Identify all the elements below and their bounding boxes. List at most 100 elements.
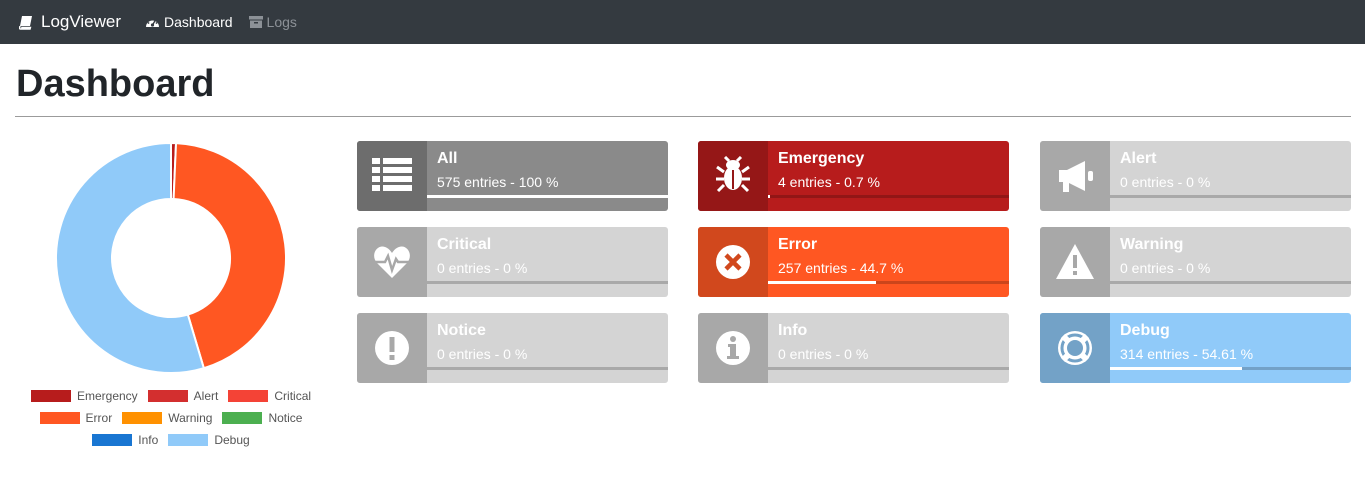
level-card-critical[interactable]: Critical 0 entries - 0 %: [357, 227, 668, 297]
legend-swatch: [30, 390, 71, 402]
card-icon-box: [357, 227, 427, 297]
level-card-all[interactable]: All 575 entries - 100 %: [357, 141, 668, 211]
level-card-debug[interactable]: Debug 314 entries - 54.61 %: [1040, 313, 1351, 383]
level-card-emergency[interactable]: Emergency 4 entries - 0.7 %: [698, 141, 1009, 211]
card-entries: 4 entries - 0.7 %: [778, 174, 880, 190]
legend-item-emergency[interactable]: Emergency: [30, 389, 138, 403]
level-card-notice[interactable]: Notice 0 entries - 0 %: [357, 313, 668, 383]
legend-label: Alert: [193, 389, 219, 403]
card-body: Alert 0 entries - 0 %: [1110, 141, 1351, 211]
card-body: Info 0 entries - 0 %: [768, 313, 1009, 383]
nav-logs[interactable]: Logs: [248, 14, 297, 30]
card-entries: 0 entries - 0 %: [778, 346, 869, 362]
legend-item-info[interactable]: Info: [92, 433, 158, 447]
card-icon-box: [357, 141, 427, 211]
legend-row: Emergency Alert Critical: [15, 385, 327, 407]
exclamation-triangle-icon: [1056, 244, 1094, 279]
legend-label: Notice: [268, 411, 303, 425]
card-icon-box: [357, 313, 427, 383]
legend-row: Error Warning Notice: [15, 407, 327, 429]
card-level: Alert: [1120, 150, 1157, 167]
legend-item-notice[interactable]: Notice: [222, 411, 302, 425]
card-body: Error 257 entries - 44.7 %: [768, 227, 1009, 297]
card-entries: 0 entries - 0 %: [437, 260, 528, 276]
title-divider: [15, 116, 1351, 117]
life-ring-icon: [1058, 331, 1092, 365]
card-entries: 575 entries - 100 %: [437, 174, 559, 190]
card-level: Warning: [1120, 236, 1184, 253]
card-icon-box: [1040, 141, 1110, 211]
legend-label: Error: [85, 411, 113, 425]
page-title: Dashboard: [16, 63, 215, 105]
list-icon: [372, 158, 412, 191]
card-level: Emergency: [778, 150, 865, 167]
card-body: Debug 314 entries - 54.61 %: [1110, 313, 1351, 383]
card-icon-box: [698, 313, 768, 383]
legend-swatch: [147, 390, 188, 402]
bug-icon: [716, 156, 750, 193]
donut-chart: [55, 142, 287, 374]
legend-item-error[interactable]: Error: [39, 411, 113, 425]
card-progress-bar: [768, 367, 1009, 370]
card-progress-bar: [768, 195, 1009, 198]
book-icon: [19, 15, 32, 30]
card-entries: 0 entries - 0 %: [1120, 174, 1211, 190]
card-level: Error: [778, 236, 818, 253]
card-level: Debug: [1120, 322, 1170, 339]
card-progress-fill: [427, 195, 668, 198]
card-icon-box: [698, 227, 768, 297]
card-progress-bar: [768, 281, 1009, 284]
heartbeat-icon: [374, 246, 410, 278]
info-circle-icon: [716, 331, 750, 365]
card-body: Notice 0 entries - 0 %: [427, 313, 668, 383]
nav-logs-label: Logs: [266, 14, 297, 30]
legend-row: Info Debug: [15, 429, 327, 451]
card-level: Notice: [437, 322, 486, 339]
card-body: Emergency 4 entries - 0.7 %: [768, 141, 1009, 211]
card-progress-bar: [1110, 195, 1351, 198]
level-card-alert[interactable]: Alert 0 entries - 0 %: [1040, 141, 1351, 211]
dashboard-icon: [146, 18, 160, 27]
card-icon-box: [1040, 313, 1110, 383]
card-icon-box: [698, 141, 768, 211]
top-navbar: LogViewer Dashboard Logs: [0, 0, 1365, 44]
legend-item-alert[interactable]: Alert: [147, 389, 219, 403]
legend-swatch: [222, 412, 263, 424]
chart-legend: Emergency Alert Critical Error Warning Notice…: [15, 385, 327, 451]
card-level: All: [437, 150, 458, 167]
card-progress-bar: [427, 367, 668, 370]
legend-swatch: [92, 434, 133, 446]
card-entries: 0 entries - 0 %: [1120, 260, 1211, 276]
level-card-warning[interactable]: Warning 0 entries - 0 %: [1040, 227, 1351, 297]
legend-label: Critical: [274, 389, 312, 403]
level-card-error[interactable]: Error 257 entries - 44.7 %: [698, 227, 1009, 297]
legend-swatch: [39, 412, 80, 424]
brand-link[interactable]: LogViewer: [19, 12, 121, 32]
card-level: Info: [778, 322, 808, 339]
legend-label: Emergency: [76, 389, 138, 403]
card-body: Critical 0 entries - 0 %: [427, 227, 668, 297]
legend-swatch: [168, 434, 209, 446]
nav-dashboard-label: Dashboard: [164, 14, 233, 30]
level-card-info[interactable]: Info 0 entries - 0 %: [698, 313, 1009, 383]
legend-item-critical[interactable]: Critical: [228, 389, 311, 403]
legend-item-warning[interactable]: Warning: [122, 411, 212, 425]
card-progress-fill: [768, 195, 770, 198]
card-entries: 314 entries - 54.61 %: [1120, 346, 1254, 362]
legend-item-debug[interactable]: Debug: [168, 433, 250, 447]
card-entries: 0 entries - 0 %: [437, 346, 528, 362]
legend-label: Debug: [214, 433, 250, 447]
card-body: Warning 0 entries - 0 %: [1110, 227, 1351, 297]
bullhorn-icon: [1059, 161, 1093, 192]
nav-dashboard[interactable]: Dashboard: [145, 14, 233, 30]
archive-icon: [248, 16, 263, 28]
card-progress-bar: [1110, 281, 1351, 284]
legend-label: Warning: [168, 411, 213, 425]
card-icon-box: [1040, 227, 1110, 297]
card-progress-bar: [427, 195, 668, 198]
brand-name: LogViewer: [41, 12, 122, 31]
card-progress-bar: [427, 281, 668, 284]
legend-swatch: [228, 390, 269, 402]
card-progress-fill: [1110, 367, 1242, 370]
card-progress-fill: [768, 281, 876, 284]
